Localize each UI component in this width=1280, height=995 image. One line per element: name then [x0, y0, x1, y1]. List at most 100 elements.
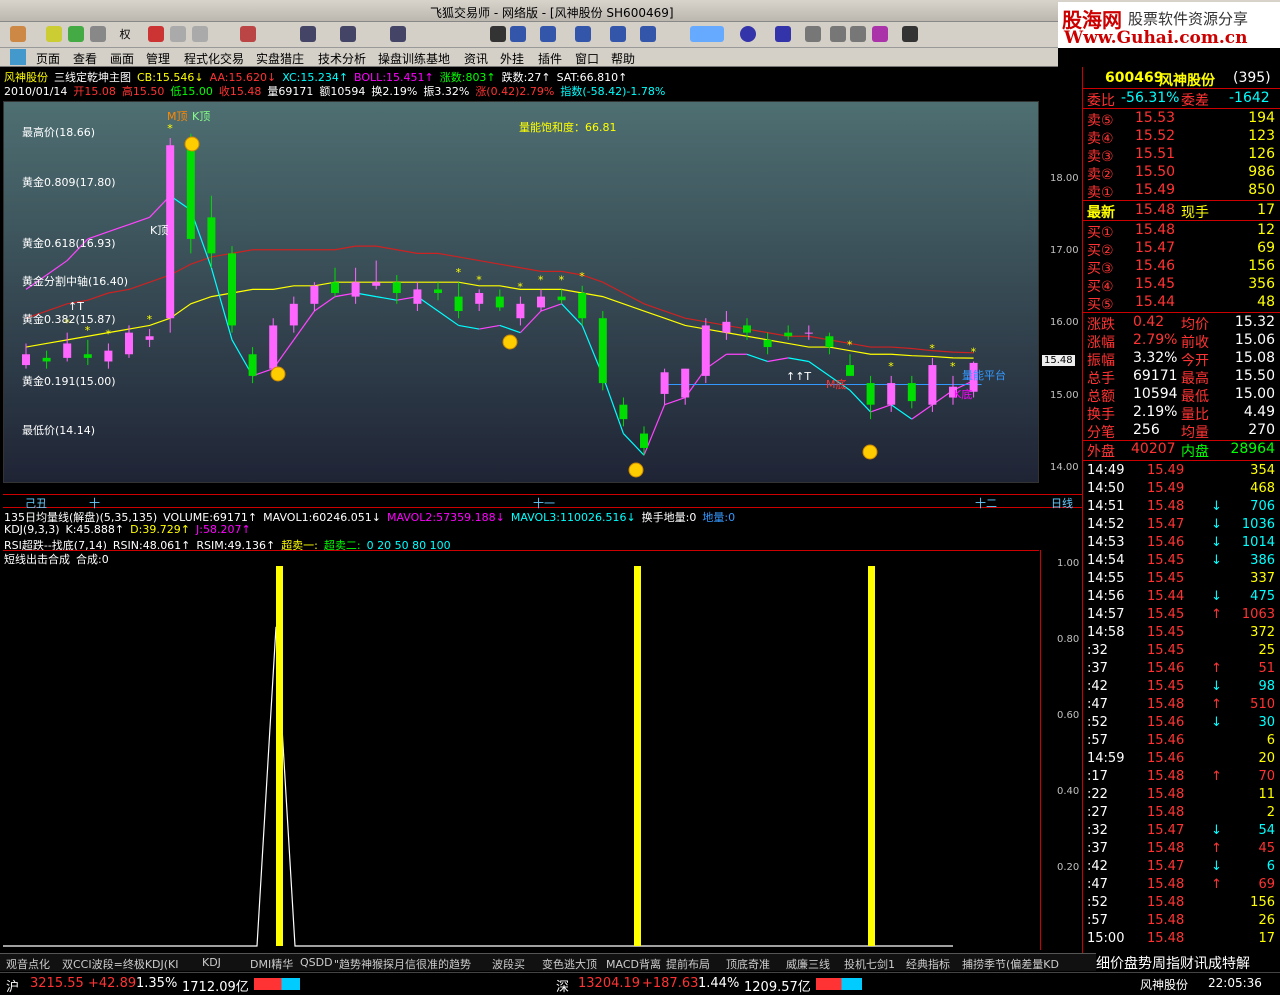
menu-hunt[interactable]: 实盘猎庄 — [256, 50, 304, 67]
menu-window[interactable]: 窗口 — [575, 50, 599, 67]
wb-value: -56.31% — [1121, 90, 1180, 106]
lock-icon[interactable] — [850, 26, 866, 42]
signal-bar-2 — [868, 566, 875, 946]
tick-vol-1: 468 — [1250, 481, 1275, 496]
tab-8[interactable]: MACD背离 — [606, 956, 661, 972]
status-time: 22:05:36 — [1208, 976, 1262, 990]
tab-4[interactable]: QSDD — [300, 956, 333, 969]
xc-segment-6 — [128, 216, 150, 226]
gann-tool-icon[interactable] — [640, 26, 656, 42]
tick-vol-14: 30 — [1258, 715, 1275, 730]
tick-price-12: 15.45 — [1147, 679, 1185, 694]
info2-item-6: 额10594 — [319, 85, 366, 98]
layout-icon[interactable] — [390, 26, 406, 42]
price-axis: 18.00 17.00 16.00 15.00 14.00 15.48 — [1040, 101, 1082, 483]
tab-11[interactable]: 威廉三线 — [786, 956, 830, 972]
palette-icon[interactable] — [872, 26, 888, 42]
zoom-out-icon[interactable] — [192, 26, 208, 42]
tab-3[interactable]: DMI精华 — [250, 956, 293, 972]
tick-arrow-4: ↓ — [1211, 535, 1222, 550]
price-tick-4: 14.00 — [1050, 461, 1079, 473]
menu-plugin-ext[interactable]: 外挂 — [500, 50, 524, 67]
stat-label2-0: 均价 — [1181, 317, 1209, 333]
line-tool-icon[interactable] — [510, 26, 526, 42]
tab-13[interactable]: 经典指标 — [906, 956, 950, 972]
tick-time-24: :52 — [1087, 895, 1108, 910]
home-icon[interactable] — [10, 26, 26, 42]
tab-6[interactable]: 波段买 — [492, 956, 525, 972]
signal-panel[interactable] — [3, 550, 1039, 950]
tick-price-2: 15.48 — [1147, 499, 1185, 514]
menu-plugins[interactable]: 插件 — [538, 50, 562, 67]
fan-tool-icon[interactable] — [610, 26, 626, 42]
cursor-icon[interactable] — [490, 26, 506, 42]
move-icon[interactable] — [68, 26, 84, 42]
candle-body-13 — [289, 303, 298, 326]
tab-0[interactable]: 观音点化 — [6, 956, 50, 972]
candle-body-2 — [63, 343, 72, 358]
eraser-icon[interactable] — [830, 26, 846, 42]
hline-tool-icon[interactable] — [540, 26, 556, 42]
list-icon[interactable] — [340, 26, 356, 42]
tick-row-22: :42 15.47 ↓ 6 — [1083, 859, 1280, 877]
record-icon[interactable] — [148, 26, 164, 42]
quan-button[interactable]: 权 — [118, 26, 132, 44]
copy-icon[interactable] — [805, 26, 821, 42]
candle-body-33 — [701, 325, 710, 376]
zoom-in-icon[interactable] — [170, 26, 186, 42]
ohlc-info-line: 2010/01/14 开15.08 高15.50 低15.00 收15.48 量69171… — [4, 83, 671, 99]
hand-label: 现手 — [1181, 205, 1209, 221]
circle-tool-icon[interactable] — [740, 26, 756, 42]
menu-manage[interactable]: 管理 — [146, 50, 170, 67]
tick-time-12: :42 — [1087, 679, 1108, 694]
menu-training[interactable]: 操盘训练基地 — [378, 50, 450, 67]
calendar-icon[interactable] — [240, 26, 256, 42]
sz-ratio-bar — [816, 978, 862, 990]
candle-body-23 — [495, 296, 504, 308]
bird-logo-icon[interactable] — [690, 26, 724, 42]
tick-row-0: 14:49 15.49 354 — [1083, 463, 1280, 481]
app-menu-icon[interactable] — [10, 49, 26, 65]
rsi-icon[interactable] — [46, 26, 62, 42]
sell-price-4: 15.49 — [1135, 182, 1176, 198]
vol-item-3: MAVOL2:57359.188↓ — [386, 511, 505, 524]
buy-vol-0: 12 — [1257, 222, 1275, 238]
candle-body-6 — [145, 336, 154, 340]
candle-body-16 — [351, 282, 360, 297]
menu-help[interactable]: 帮助 — [611, 50, 635, 67]
wb-label: 委比 — [1087, 93, 1115, 109]
tab-14[interactable]: 捕捞季节(偏差量KD — [962, 956, 1059, 972]
zoom-icon[interactable] — [90, 26, 106, 42]
tick-row-10: :32 15.45 25 — [1083, 643, 1280, 661]
window-title: 飞狐交易师 - 网络版 - [风神股份 SH600469] — [430, 6, 674, 20]
tab-7[interactable]: 变色逃大顶 — [542, 956, 597, 972]
tick-time-18: :22 — [1087, 787, 1108, 802]
tab-9[interactable]: 提前布局 — [666, 956, 710, 972]
menu-program-trading[interactable]: 程式化交易 — [184, 50, 244, 67]
scroll-ticker: 细价盘势周指财讯成特解 — [1096, 956, 1250, 971]
tick-row-24: :52 15.48 156 — [1083, 895, 1280, 913]
xc-segment-24 — [499, 324, 521, 334]
channel-tool-icon[interactable] — [575, 26, 591, 42]
text-tool-icon[interactable] — [775, 26, 791, 42]
tab-10[interactable]: 顶底奇准 — [726, 956, 770, 972]
menu-view[interactable]: 查看 — [73, 50, 97, 67]
menu-canvas[interactable]: 画面 — [110, 50, 134, 67]
tick-price-7: 15.44 — [1147, 589, 1185, 604]
tab-1[interactable]: 双CCI波段=终极KDJ(KI — [62, 956, 179, 972]
sell-vol-4: 850 — [1248, 182, 1275, 198]
tab-2[interactable]: KDJ — [202, 956, 221, 969]
kline-panel[interactable]: * * * * * * * * * * * * * * * * 最高价(18.66) 黄金0.809(17.80)… — [3, 101, 1039, 483]
date-label-3: 十二 — [975, 497, 997, 510]
xc-segment-36 — [746, 353, 768, 363]
save-icon[interactable] — [902, 26, 918, 42]
menu-tech-analysis[interactable]: 技术分析 — [318, 50, 366, 67]
menu-page[interactable]: 页面 — [36, 50, 60, 67]
tab-12[interactable]: 投机七剑1 — [844, 956, 895, 972]
tab-5[interactable]: "趋势神猴探月信很准的趋势 — [334, 956, 471, 972]
grid-icon[interactable] — [300, 26, 316, 42]
menu-info[interactable]: 资讯 — [464, 50, 488, 67]
tick-vol-26: 17 — [1258, 931, 1275, 946]
tick-vol-25: 26 — [1258, 913, 1275, 928]
xc-segment-21 — [437, 310, 459, 326]
